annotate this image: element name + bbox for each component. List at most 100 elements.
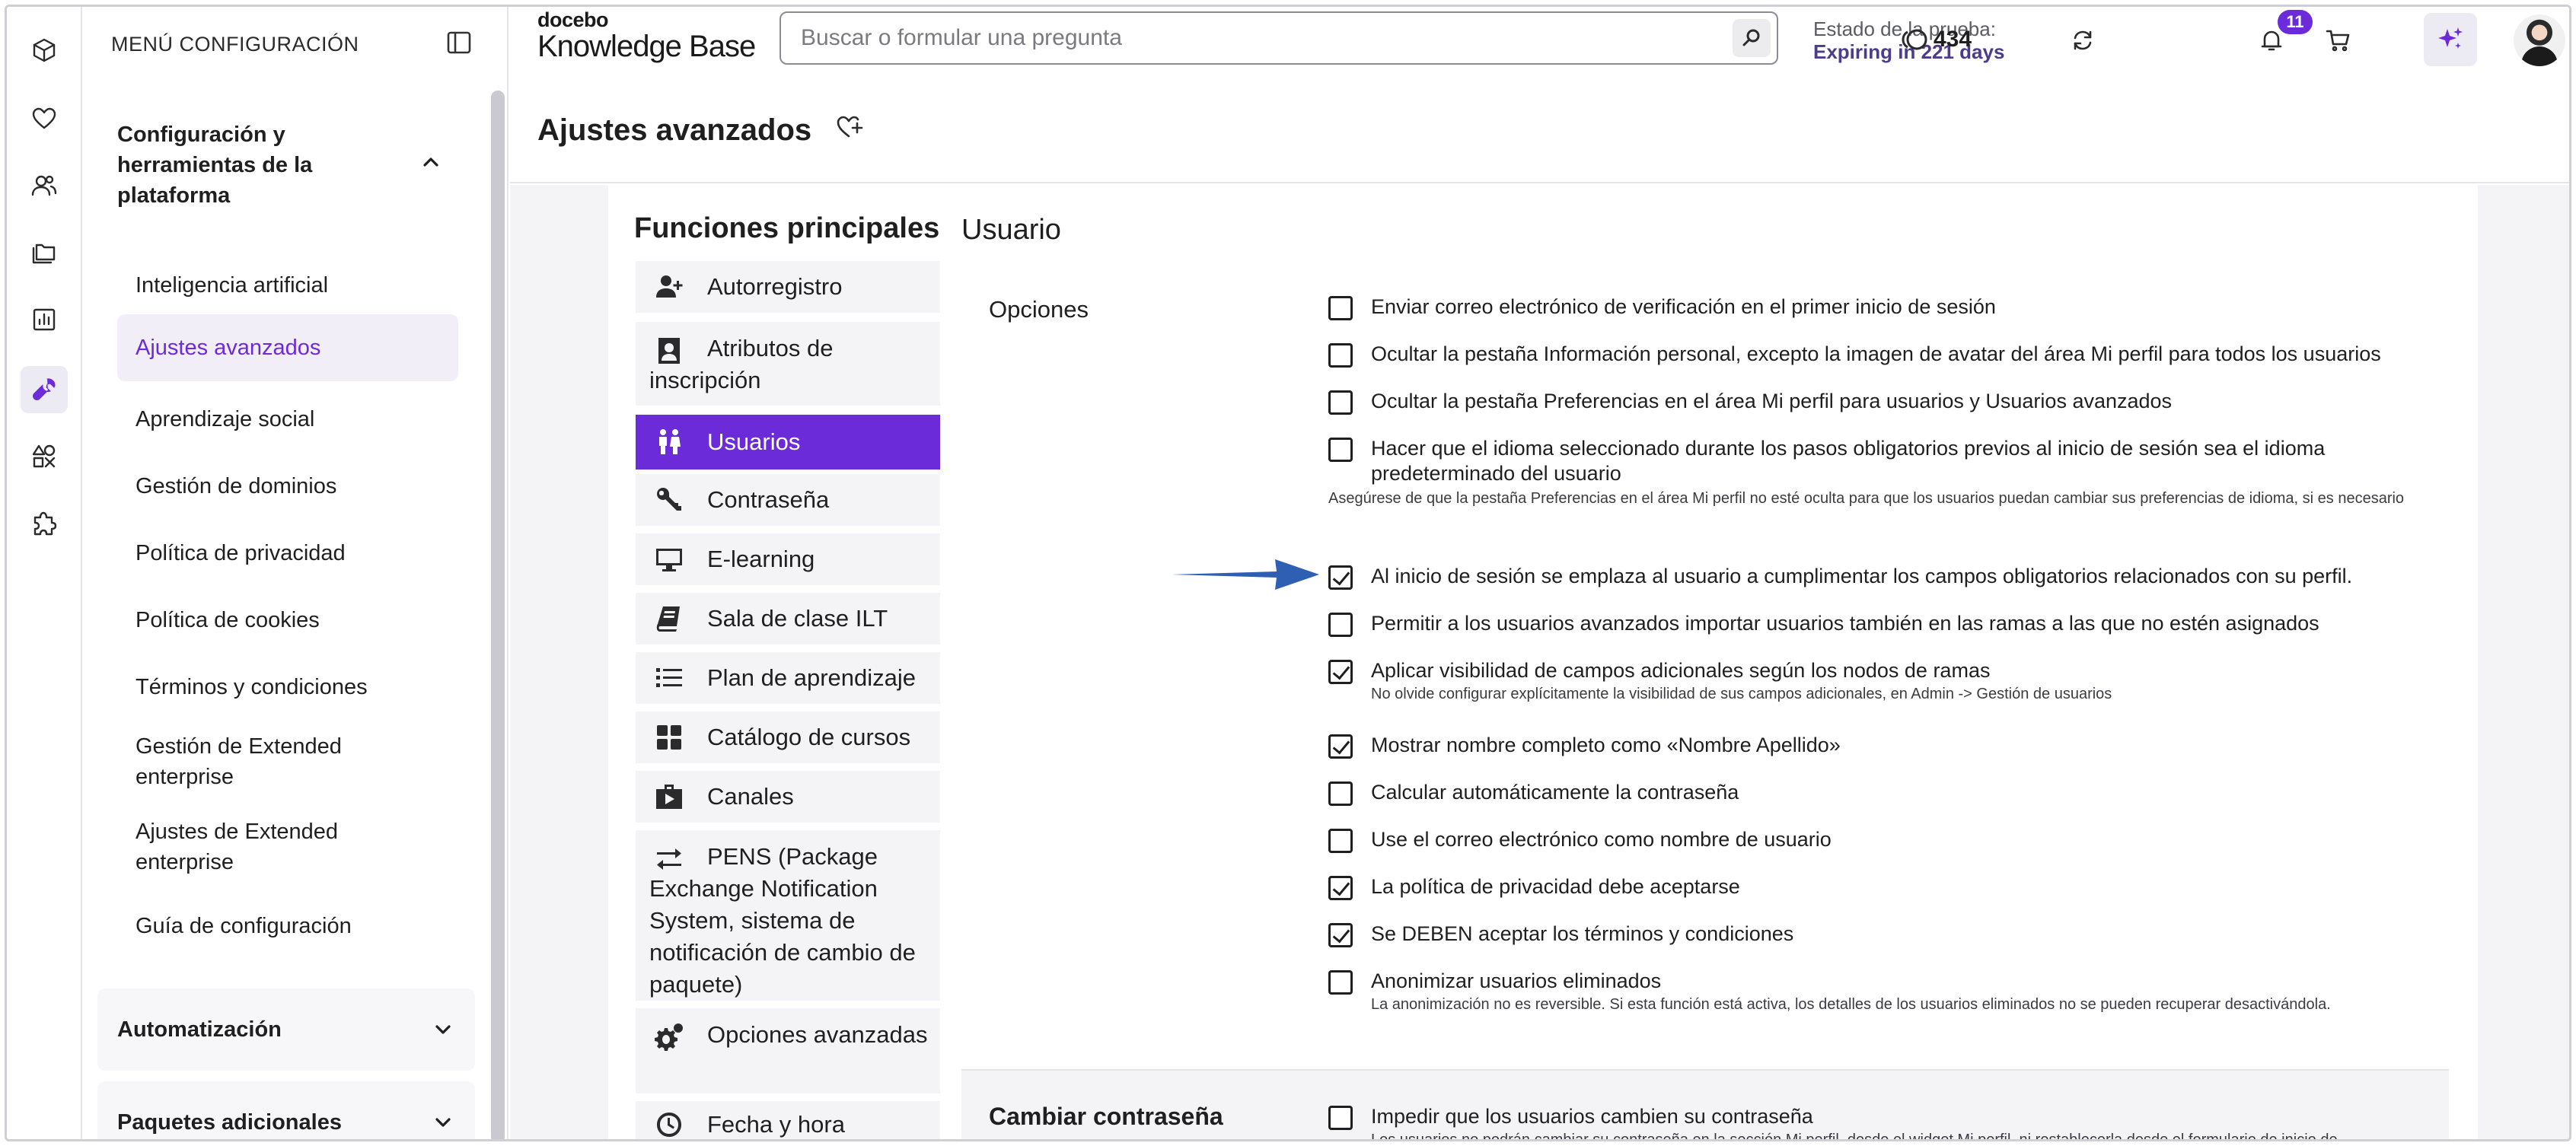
divider: [961, 1069, 2449, 1071]
add-favorite-icon[interactable]: [834, 112, 871, 148]
checkbox[interactable]: [1328, 343, 1353, 368]
collapse-sidebar-icon[interactable]: [446, 30, 477, 60]
gears-icon: [651, 1019, 687, 1055]
chevron-down-icon: [432, 1019, 455, 1042]
func-label: Sala de clase ILT: [707, 605, 888, 632]
option-label: Mostrar nombre completo como «Nombre Ape…: [1371, 734, 1841, 756]
menu-item-politica-privacidad[interactable]: Política de privacidad: [117, 530, 458, 576]
func-label: Contraseña: [707, 486, 830, 513]
logo-product[interactable]: Knowledge Base: [537, 30, 756, 64]
chart-icon[interactable]: [21, 296, 68, 343]
menu-item-terminos[interactable]: Términos y condiciones: [117, 664, 458, 710]
checkbox[interactable]: [1328, 923, 1353, 947]
checkbox[interactable]: [1328, 390, 1353, 415]
scrollbar-thumb[interactable]: [491, 91, 505, 1139]
func-item-catalogo[interactable]: Catálogo de cursos: [636, 711, 940, 763]
accordion-label: Paquetes adicionales: [117, 1110, 342, 1135]
func-label: Catálogo de cursos: [707, 724, 911, 750]
notification-badge[interactable]: 11: [2278, 10, 2313, 34]
menu-item-inteligencia-artificial[interactable]: Inteligencia artificial: [117, 263, 458, 308]
menu-item-aprendizaje-social[interactable]: Aprendizaje social: [117, 396, 458, 442]
func-label: Autorregistro: [707, 273, 843, 300]
checkbox[interactable]: [1328, 565, 1353, 590]
option-label: Hacer que el idioma seleccionado durante…: [1371, 437, 2326, 485]
menu-item-guia-configuracion[interactable]: Guía de configuración: [117, 903, 458, 949]
functions-title: Funciones principales: [634, 212, 940, 244]
apps-icon[interactable]: [21, 433, 68, 480]
func-item-plan-aprendizaje[interactable]: Plan de aprendizaje: [636, 652, 940, 704]
top-bar: docebo Knowledge Base Estado de la prueb…: [510, 7, 2569, 80]
users-icon: [651, 424, 687, 460]
menu-item-ajustes-avanzados[interactable]: Ajustes avanzados: [117, 314, 458, 381]
credits-counter[interactable]: 434: [1900, 27, 1972, 53]
section-title[interactable]: Configuración y herramientas de la plata…: [117, 119, 414, 211]
func-item-fecha-hora[interactable]: Fecha y hora: [636, 1101, 940, 1139]
func-item-autorregistro[interactable]: Autorregistro: [636, 261, 940, 313]
checkbox[interactable]: [1328, 613, 1353, 637]
channels-icon: [651, 778, 687, 815]
cube-icon[interactable]: [21, 27, 68, 74]
option-label: Use el correo electrónico como nombre de…: [1371, 828, 1832, 851]
func-item-usuarios[interactable]: Usuarios: [636, 415, 940, 470]
puzzle-icon[interactable]: [21, 500, 68, 547]
icon-rail: [7, 7, 82, 1139]
checkbox[interactable]: [1328, 660, 1353, 684]
func-item-elearning[interactable]: E-learning: [636, 533, 940, 585]
func-label: Plan de aprendizaje: [707, 664, 917, 691]
option-label: Ocultar la pestaña Información personal,…: [1371, 342, 2381, 365]
checkbox[interactable]: [1328, 829, 1353, 853]
checkbox[interactable]: [1328, 970, 1353, 995]
heart-icon[interactable]: [21, 95, 68, 142]
checkbox[interactable]: [1328, 296, 1353, 320]
option-note: No olvide configurar explícitamente la v…: [1371, 686, 2112, 702]
menu-scrollbar[interactable]: [491, 91, 505, 1139]
page-title: Ajustes avanzados: [537, 113, 812, 147]
func-item-canales[interactable]: Canales: [636, 771, 940, 823]
settings-menu: MENÚ CONFIGURACIÓN Configuración y herra…: [82, 7, 509, 1139]
func-item-atributos[interactable]: Atributos de inscripción: [636, 322, 940, 406]
people-icon[interactable]: [21, 162, 68, 209]
accordion-paquetes-adicionales[interactable]: Paquetes adicionales: [97, 1081, 475, 1139]
option-label: Al inicio de sesión se emplaza al usuari…: [1371, 565, 2353, 587]
sparkle-icon: [2438, 27, 2463, 49]
checkbox[interactable]: [1328, 1106, 1353, 1130]
folders-icon[interactable]: [21, 229, 68, 276]
logo-brand[interactable]: docebo: [537, 8, 609, 32]
grid-icon: [651, 719, 687, 756]
search-input[interactable]: [801, 21, 1699, 56]
menu-item-gestion-extended[interactable]: Gestión de Extended enterprise: [117, 731, 376, 792]
option-label: Anonimizar usuarios eliminados: [1371, 969, 1662, 992]
avatar-silhouette: [2521, 46, 2558, 66]
option-label: Ocultar la pestaña Preferencias en el ár…: [1371, 390, 2173, 412]
func-item-opciones-avanzadas[interactable]: Opciones avanzadas: [636, 1008, 940, 1093]
search-button[interactable]: [1733, 19, 1771, 57]
cart-icon[interactable]: [2319, 21, 2358, 60]
search-box: [779, 11, 1778, 65]
menu-item-ajustes-extended[interactable]: Ajustes de Extended enterprise: [117, 817, 376, 877]
key-icon: [651, 482, 687, 518]
coins-icon: [1902, 29, 1927, 50]
func-label: Canales: [707, 783, 794, 810]
avatar[interactable]: [2514, 14, 2565, 66]
options-label: Opciones: [989, 296, 1089, 323]
option-label: Impedir que los usuarios cambien su cont…: [1371, 1105, 1813, 1128]
option-note: Los usuarios no podrán cambiar su contra…: [1371, 1132, 2338, 1141]
checkbox[interactable]: [1328, 876, 1353, 900]
accordion-label: Automatización: [117, 1017, 282, 1042]
checkbox[interactable]: [1328, 734, 1353, 759]
func-item-pens[interactable]: PENS (Package Exchange Notification Syst…: [636, 830, 940, 1001]
option-label: Enviar correo electrónico de verificació…: [1371, 295, 1996, 318]
func-label: E-learning: [707, 546, 815, 572]
func-item-contrasena[interactable]: Contraseña: [636, 474, 940, 526]
menu-item-gestion-dominios[interactable]: Gestión de dominios: [117, 463, 458, 509]
accordion-automatizacion[interactable]: Automatización: [97, 988, 475, 1071]
ai-assistant-button[interactable]: [2424, 13, 2477, 66]
chevron-up-icon[interactable]: [420, 151, 451, 182]
sync-icon[interactable]: [2063, 21, 2103, 60]
func-item-sala-ilt[interactable]: Sala de clase ILT: [636, 593, 940, 645]
wrench-icon[interactable]: [21, 366, 68, 413]
option-label: La política de privacidad debe aceptarse: [1371, 875, 1740, 898]
menu-item-politica-cookies[interactable]: Política de cookies: [117, 597, 458, 643]
checkbox[interactable]: [1328, 782, 1353, 806]
checkbox[interactable]: [1328, 438, 1353, 462]
